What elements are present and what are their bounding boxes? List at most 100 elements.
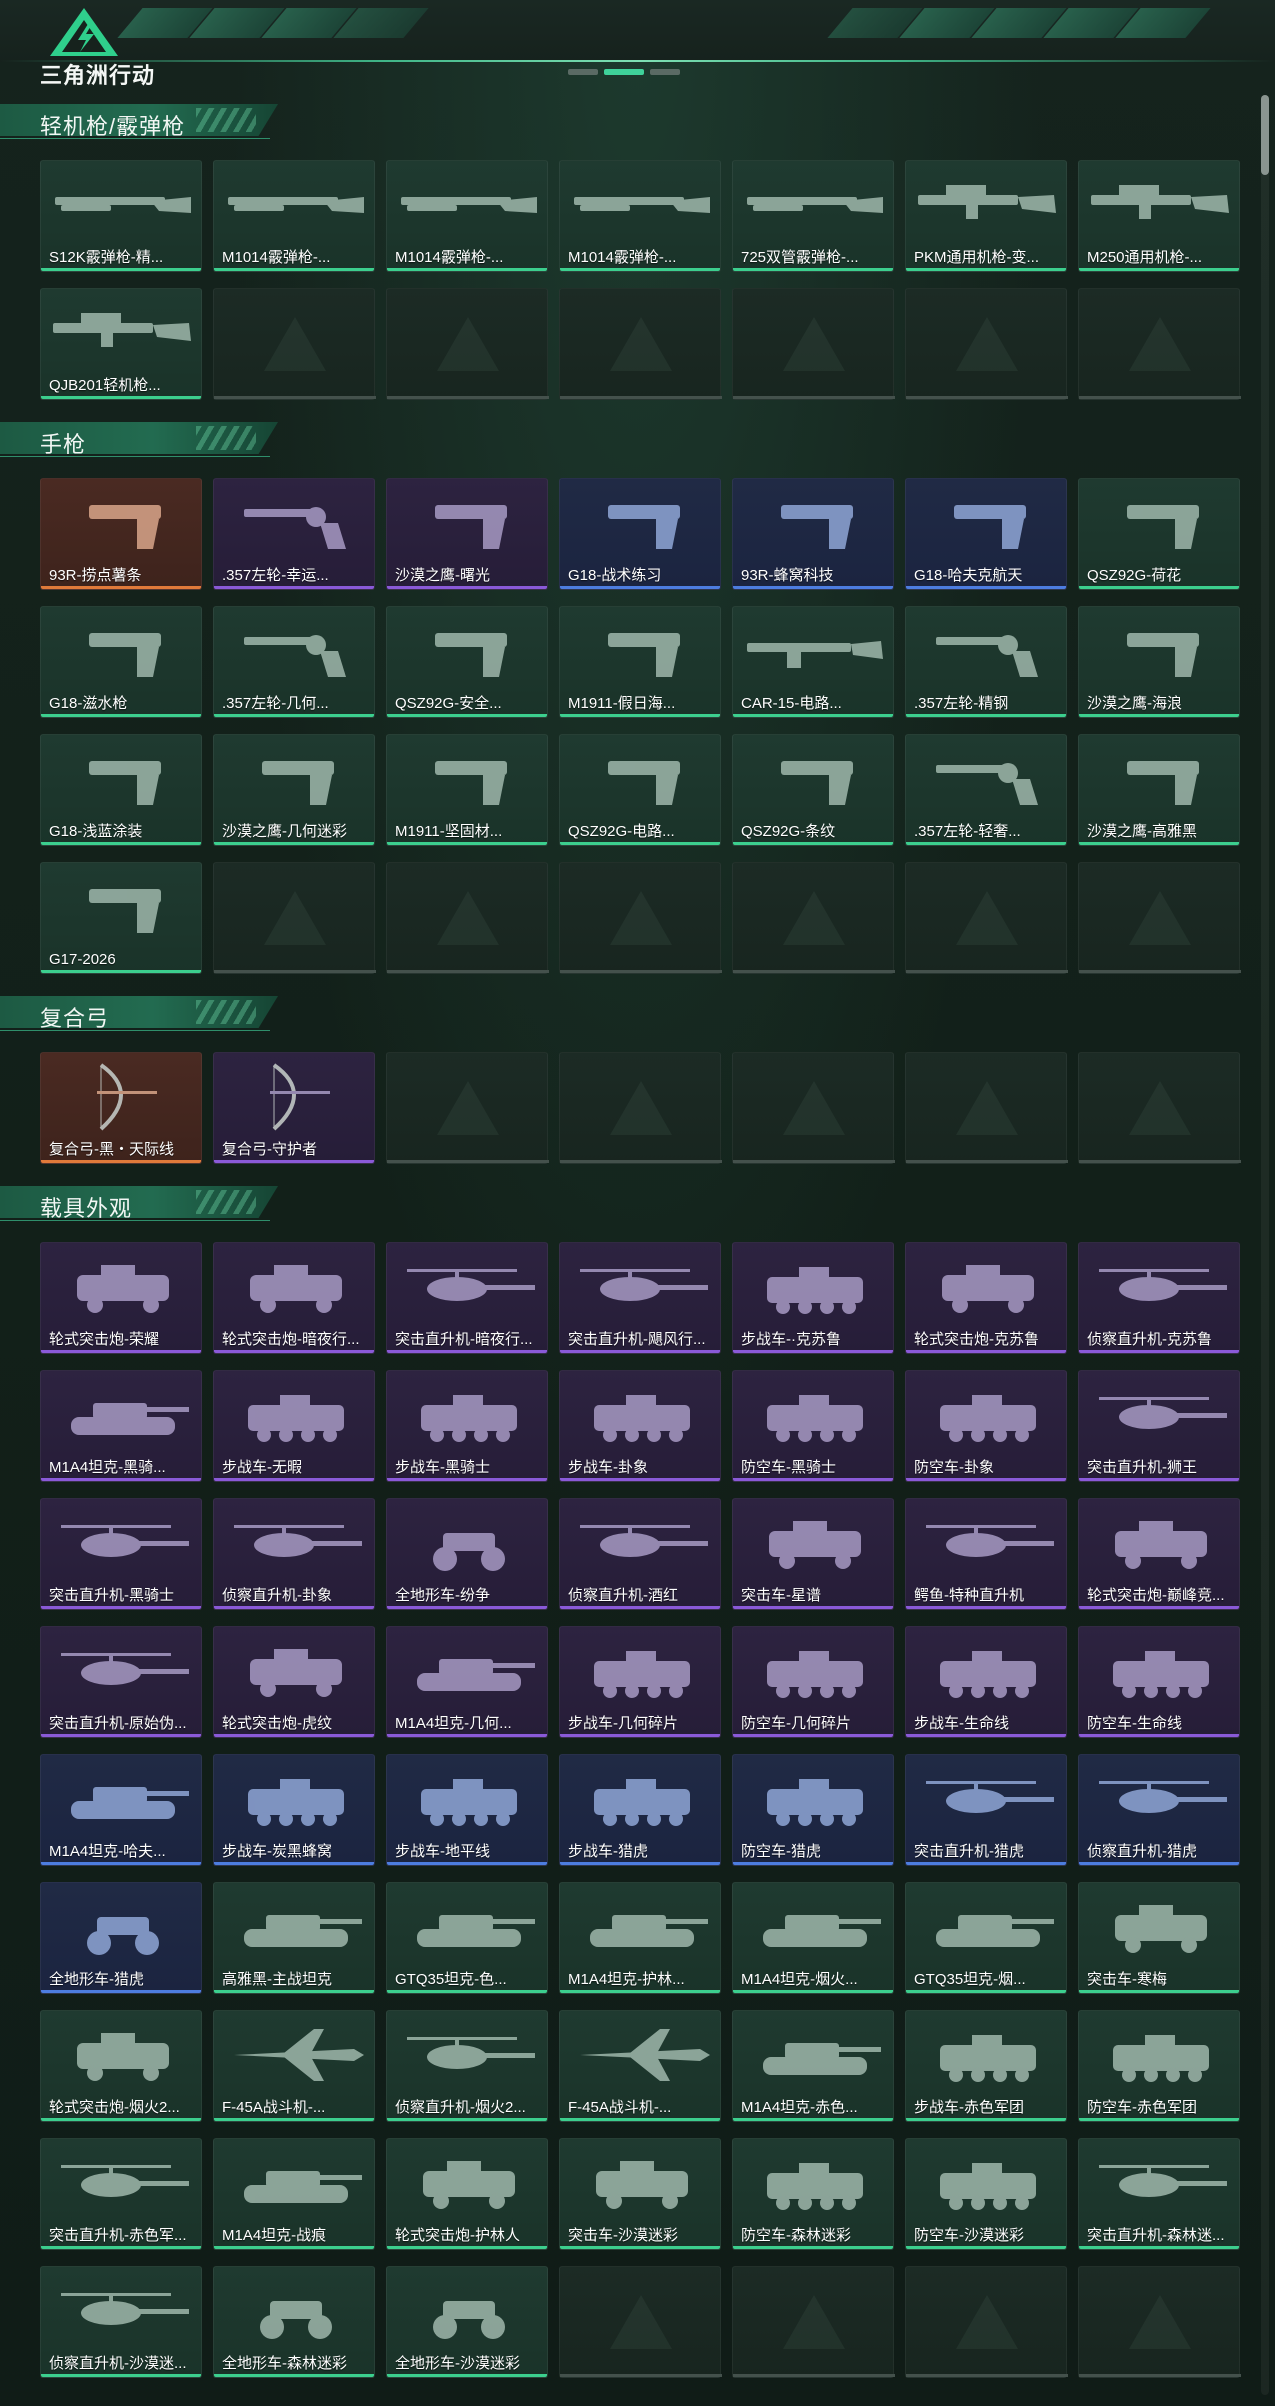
scrollbar[interactable]	[1261, 95, 1269, 2395]
skin-card[interactable]: 高雅黑-主战坦克	[213, 1882, 375, 1994]
skin-card[interactable]: G18-滋水枪	[40, 606, 202, 718]
scrollbar-thumb[interactable]	[1261, 95, 1269, 175]
skin-card[interactable]: 复合弓-黑・天际线	[40, 1052, 202, 1164]
skin-card[interactable]: 突击车-寒梅	[1078, 1882, 1240, 1994]
skin-card[interactable]: 步战车-卦象	[559, 1370, 721, 1482]
skin-card[interactable]: 突击直升机-飓风行...	[559, 1242, 721, 1354]
skin-card[interactable]: 步战车-无暇	[213, 1370, 375, 1482]
skin-card[interactable]: F-45A战斗机-...	[559, 2010, 721, 2122]
skin-card[interactable]: QSZ92G-安全...	[386, 606, 548, 718]
skin-card[interactable]: 沙漠之鹰-高雅黑	[1078, 734, 1240, 846]
skin-card[interactable]: 侦察直升机-沙漠迷...	[40, 2266, 202, 2378]
skin-card[interactable]: QSZ92G-电路...	[559, 734, 721, 846]
skin-card[interactable]: 侦察直升机-酒红	[559, 1498, 721, 1610]
skin-card[interactable]: QSZ92G-荷花	[1078, 478, 1240, 590]
skin-card[interactable]: 93R-捞点薯条	[40, 478, 202, 590]
skin-card[interactable]: 防空车-几何碎片	[732, 1626, 894, 1738]
pistol-icon	[608, 761, 680, 805]
skin-card[interactable]: 防空车-猎虎	[732, 1754, 894, 1866]
skin-card[interactable]: 防空车-卦象	[905, 1370, 1067, 1482]
skin-card[interactable]: 93R-蜂窝科技	[732, 478, 894, 590]
skin-card[interactable]: 防空车-生命线	[1078, 1626, 1240, 1738]
rarity-bar	[214, 1734, 374, 1737]
skin-card[interactable]: M1911-假日海...	[559, 606, 721, 718]
skin-card[interactable]: 突击车-沙漠迷彩	[559, 2138, 721, 2250]
skin-card[interactable]: QJB201轻机枪...	[40, 288, 202, 400]
skin-card[interactable]: 沙漠之鹰-海浪	[1078, 606, 1240, 718]
skin-card[interactable]: 步战车-地平线	[386, 1754, 548, 1866]
skin-card[interactable]: 轮式突击炮-虎纹	[213, 1626, 375, 1738]
skin-card[interactable]: M1A4坦克-战痕	[213, 2138, 375, 2250]
skin-card[interactable]: 沙漠之鹰-曙光	[386, 478, 548, 590]
skin-card[interactable]: 突击直升机-赤色军...	[40, 2138, 202, 2250]
skin-card[interactable]: .357左轮-幸运...	[213, 478, 375, 590]
skin-card[interactable]: 步战车-黑骑士	[386, 1370, 548, 1482]
skin-card[interactable]: .357左轮-轻奢...	[905, 734, 1067, 846]
skin-card[interactable]: QSZ92G-条纹	[732, 734, 894, 846]
skin-card[interactable]: 突击直升机-森林迷...	[1078, 2138, 1240, 2250]
skin-card[interactable]: 防空车-森林迷彩	[732, 2138, 894, 2250]
skin-card[interactable]: G18-哈夫克航天	[905, 478, 1067, 590]
skin-card[interactable]: 步战车-几何碎片	[559, 1626, 721, 1738]
skin-card[interactable]: 步战车-炭黑蜂窝	[213, 1754, 375, 1866]
skin-card[interactable]: 轮式突击炮-烟火2...	[40, 2010, 202, 2122]
skin-card[interactable]: 725双管霰弹枪-...	[732, 160, 894, 272]
skin-card[interactable]: 步战车-生命线	[905, 1626, 1067, 1738]
skin-card[interactable]: 防空车-赤色军团	[1078, 2010, 1240, 2122]
skin-card[interactable]: CAR-15-电路...	[732, 606, 894, 718]
empty-slot	[559, 1052, 722, 1164]
skin-card[interactable]: 轮式突击炮-荣耀	[40, 1242, 202, 1354]
skin-card[interactable]: M1A4坦克-烟火...	[732, 1882, 894, 1994]
skin-card[interactable]: 侦察直升机-卦象	[213, 1498, 375, 1610]
skin-card[interactable]: GTQ35坦克-色...	[386, 1882, 548, 1994]
rarity-bar	[41, 1606, 201, 1609]
skin-card[interactable]: 轮式突击炮-巅峰竞...	[1078, 1498, 1240, 1610]
skin-card[interactable]: 步战车-猎虎	[559, 1754, 721, 1866]
skin-card[interactable]: S12K霰弹枪-精...	[40, 160, 202, 272]
skin-card[interactable]: 侦察直升机-烟火2...	[386, 2010, 548, 2122]
skin-card[interactable]: 突击直升机-猎虎	[905, 1754, 1067, 1866]
skin-card[interactable]: 全地形车-森林迷彩	[213, 2266, 375, 2378]
skin-card[interactable]: M1014霰弹枪-...	[559, 160, 721, 272]
rarity-bar	[733, 1990, 893, 1993]
skin-card[interactable]: M250通用机枪-...	[1078, 160, 1240, 272]
skin-card[interactable]: 侦察直升机-猎虎	[1078, 1754, 1240, 1866]
skin-card[interactable]: M1014霰弹枪-...	[213, 160, 375, 272]
skin-card[interactable]: 全地形车-沙漠迷彩	[386, 2266, 548, 2378]
skin-name: 侦察直升机-猎虎	[1087, 1843, 1197, 1860]
skin-card[interactable]: 突击直升机-狮王	[1078, 1370, 1240, 1482]
skin-card[interactable]: 突击直升机-原始伪...	[40, 1626, 202, 1738]
skin-card[interactable]: GTQ35坦克-烟...	[905, 1882, 1067, 1994]
skin-card[interactable]: 突击车-星谱	[732, 1498, 894, 1610]
skin-card[interactable]: 轮式突击炮-暗夜行...	[213, 1242, 375, 1354]
skin-card[interactable]: 轮式突击炮-护林人	[386, 2138, 548, 2250]
skin-card[interactable]: 复合弓-守护者	[213, 1052, 375, 1164]
skin-card[interactable]: 全地形车-猎虎	[40, 1882, 202, 1994]
rarity-bar	[906, 1606, 1066, 1609]
skin-card[interactable]: 突击直升机-黑骑士	[40, 1498, 202, 1610]
skin-card[interactable]: 防空车-黑骑士	[732, 1370, 894, 1482]
skin-card[interactable]: 沙漠之鹰-几何迷彩	[213, 734, 375, 846]
skin-card[interactable]: M1014霰弹枪-...	[386, 160, 548, 272]
skin-card[interactable]: G17-2026	[40, 862, 202, 974]
skin-card[interactable]: .357左轮-精钢	[905, 606, 1067, 718]
skin-card[interactable]: .357左轮-几何...	[213, 606, 375, 718]
skin-card[interactable]: G18-浅蓝涂装	[40, 734, 202, 846]
skin-card[interactable]: 步战车-赤色军团	[905, 2010, 1067, 2122]
skin-card[interactable]: 防空车-沙漠迷彩	[905, 2138, 1067, 2250]
skin-card[interactable]: M1911-坚固材...	[386, 734, 548, 846]
skin-card[interactable]: 侦察直升机-克苏鲁	[1078, 1242, 1240, 1354]
skin-card[interactable]: PKM通用机枪-变...	[905, 160, 1067, 272]
skin-card[interactable]: M1A4坦克-赤色...	[732, 2010, 894, 2122]
skin-card[interactable]: M1A4坦克-护林...	[559, 1882, 721, 1994]
skin-card[interactable]: 全地形车-纷争	[386, 1498, 548, 1610]
skin-card[interactable]: M1A4坦克-黑骑...	[40, 1370, 202, 1482]
skin-card[interactable]: M1A4坦克-哈夫...	[40, 1754, 202, 1866]
skin-card[interactable]: 突击直升机-暗夜行...	[386, 1242, 548, 1354]
skin-card[interactable]: 步战车-·克苏鲁	[732, 1242, 894, 1354]
skin-card[interactable]: G18-战术练习	[559, 478, 721, 590]
skin-card[interactable]: 鳄鱼-特种直升机	[905, 1498, 1067, 1610]
skin-card[interactable]: 轮式突击炮-克苏鲁	[905, 1242, 1067, 1354]
skin-card[interactable]: M1A4坦克-几何...	[386, 1626, 548, 1738]
skin-card[interactable]: F-45A战斗机-...	[213, 2010, 375, 2122]
